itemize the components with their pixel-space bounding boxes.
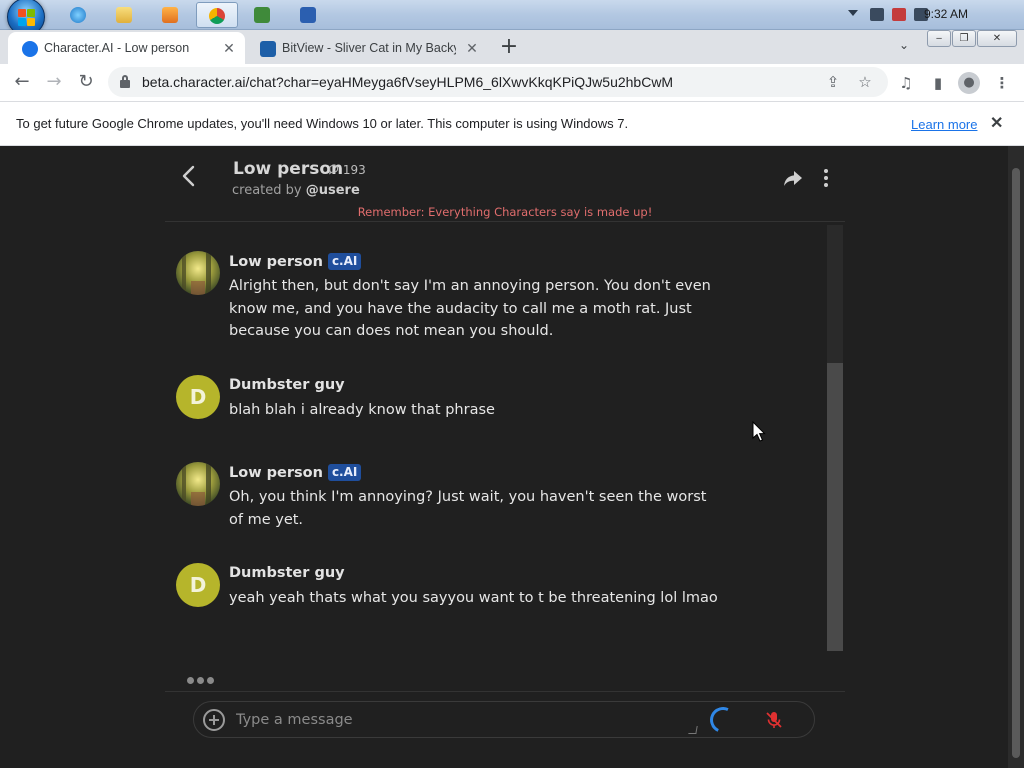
sender-name[interactable]: Low person — [229, 254, 323, 270]
media-player-taskbar-button[interactable] — [150, 2, 192, 28]
chrome-icon — [209, 8, 225, 24]
close-window-button[interactable]: ✕ — [977, 30, 1017, 47]
creator-handle[interactable]: @usere — [306, 183, 360, 198]
resize-handle-icon[interactable] — [688, 726, 698, 734]
sender-name[interactable]: Dumbster guy — [229, 377, 345, 393]
page-scrollbar[interactable] — [1008, 146, 1024, 768]
message-text: Oh, you think I'm annoying? Just wait, y… — [229, 489, 707, 528]
side-panel-icon[interactable]: ▮ — [928, 73, 948, 93]
composer-divider — [165, 691, 845, 692]
network-error-icon[interactable] — [892, 8, 906, 21]
chat-page: Low person 193 created by @usere Remembe… — [0, 146, 1024, 768]
microphone-muted-icon[interactable] — [764, 710, 784, 730]
more-options-icon[interactable] — [821, 168, 831, 188]
device-icon[interactable] — [870, 8, 884, 21]
forest-avatar-image — [176, 251, 220, 295]
media-player-icon — [162, 7, 178, 23]
typing-indicator — [187, 676, 219, 686]
created-by-label: created by — [232, 183, 302, 198]
chrome-menu-icon[interactable]: ⋮ — [992, 73, 1012, 93]
message-text: blah blah i already know that phrase — [229, 402, 495, 418]
chrome-taskbar-button[interactable] — [196, 2, 238, 28]
windows-logo-icon — [18, 9, 36, 27]
interaction-count-value: 193 — [342, 163, 366, 177]
user-avatar[interactable]: D — [176, 563, 220, 607]
creator-line: created by @usere — [232, 183, 360, 198]
tab-title: BitView - Sliver Cat in My Backyard — [282, 41, 456, 55]
internet-explorer-icon — [70, 7, 86, 23]
infobar-message: To get future Google Chrome updates, you… — [16, 116, 629, 131]
page-scrollbar-thumb[interactable] — [1012, 168, 1020, 758]
cai-badge: c.AI — [327, 464, 362, 481]
chat-bubble-icon — [328, 164, 339, 175]
close-tab-icon[interactable]: ✕ — [464, 40, 480, 56]
message-text: Alright then, but don't say I'm an annoy… — [229, 278, 711, 339]
chat-scrollbar-thumb[interactable] — [827, 363, 843, 651]
tab-search-icon[interactable]: ⌄ — [895, 38, 913, 56]
character-name[interactable]: Low person — [233, 159, 343, 179]
cai-badge: c.AI — [327, 253, 362, 270]
vb-app-taskbar-button[interactable] — [288, 2, 330, 28]
profile-avatar-icon[interactable]: ● — [958, 72, 980, 94]
chat-header: Low person 193 created by @usere Remembe… — [165, 146, 845, 222]
back-arrow-icon[interactable] — [179, 164, 201, 188]
bitview-favicon-icon — [260, 41, 276, 57]
tab-character-ai[interactable]: Character.AI - Low person ✕ — [8, 32, 245, 64]
bookmark-star-icon[interactable]: ☆ — [856, 73, 874, 91]
show-hidden-icons-icon[interactable] — [848, 10, 858, 16]
chat-scrollbar[interactable] — [827, 225, 843, 651]
system-tray: 9:32 AM — [834, 0, 1024, 30]
message-text: yeah yeah thats what you sayyou want to … — [229, 590, 718, 606]
message-item: D Dumbster guy yeah yeah thats what you … — [176, 563, 736, 623]
maximize-button[interactable]: ❐ — [952, 30, 976, 47]
sender-name[interactable]: Low person — [229, 465, 323, 481]
minimize-button[interactable]: ‒ — [927, 30, 951, 47]
disclaimer-text: Remember: Everything Characters say is m… — [357, 205, 653, 219]
vb-app-icon — [300, 7, 316, 23]
back-button[interactable]: ← — [9, 69, 35, 95]
message-sender: Low person c.AI — [229, 253, 362, 270]
media-control-icon[interactable]: ♫ — [896, 73, 916, 93]
character-avatar[interactable] — [176, 251, 220, 295]
close-tab-icon[interactable]: ✕ — [221, 40, 237, 56]
forward-button[interactable]: → — [41, 69, 67, 95]
folder-icon — [116, 7, 132, 23]
message-composer — [193, 701, 815, 738]
reload-button[interactable]: ↻ — [73, 69, 99, 95]
new-tab-button[interactable]: + — [498, 36, 520, 58]
internet-explorer-taskbar-button[interactable] — [58, 2, 100, 28]
message-item: Low person c.AI Alright then, but don't s… — [176, 251, 736, 351]
user-avatar[interactable]: D — [176, 375, 220, 419]
csharp-app-icon — [254, 7, 270, 23]
forest-avatar-image — [176, 462, 220, 506]
windows-taskbar: 9:32 AM — [0, 0, 1024, 36]
lock-icon[interactable] — [120, 75, 130, 88]
message-input[interactable] — [236, 708, 696, 732]
tab-title: Character.AI - Low person — [44, 41, 190, 55]
message-item: Low person c.AI Oh, you think I'm annoyin… — [176, 462, 736, 538]
csharp-app-taskbar-button[interactable] — [242, 2, 284, 28]
sender-name[interactable]: Dumbster guy — [229, 565, 345, 581]
url-text[interactable]: beta.character.ai/chat?char=eyaHMeyga6fV… — [142, 74, 673, 90]
mouse-cursor-icon — [752, 421, 766, 442]
message-sender: Low person c.AI — [229, 464, 362, 481]
character-ai-favicon-icon — [22, 41, 38, 57]
update-infobar: To get future Google Chrome updates, you… — [0, 101, 1024, 146]
clock[interactable]: 9:32 AM — [924, 7, 968, 21]
loading-spinner-icon — [706, 703, 740, 737]
learn-more-link[interactable]: Learn more — [911, 117, 977, 132]
share-icon[interactable] — [782, 168, 804, 188]
chat-messages: Low person c.AI Alright then, but don't s… — [165, 223, 845, 693]
window-controls: ‒ ❐ ✕ — [927, 30, 1017, 47]
address-bar[interactable]: beta.character.ai/chat?char=eyaHMeyga6fV… — [108, 67, 888, 97]
interaction-count: 193 — [328, 163, 366, 177]
character-avatar[interactable] — [176, 462, 220, 506]
explorer-taskbar-button[interactable] — [104, 2, 146, 28]
tab-bitview[interactable]: BitView - Sliver Cat in My Backyard ✕ — [248, 32, 488, 64]
browser-toolbar: ← → ↻ beta.character.ai/chat?char=eyaHMe… — [0, 64, 1024, 101]
close-infobar-icon[interactable]: ✕ — [990, 113, 1003, 133]
message-item: D Dumbster guy blah blah i already know … — [176, 375, 736, 435]
share-page-icon[interactable]: ⇪ — [824, 73, 842, 91]
add-attachment-icon[interactable] — [203, 709, 225, 731]
